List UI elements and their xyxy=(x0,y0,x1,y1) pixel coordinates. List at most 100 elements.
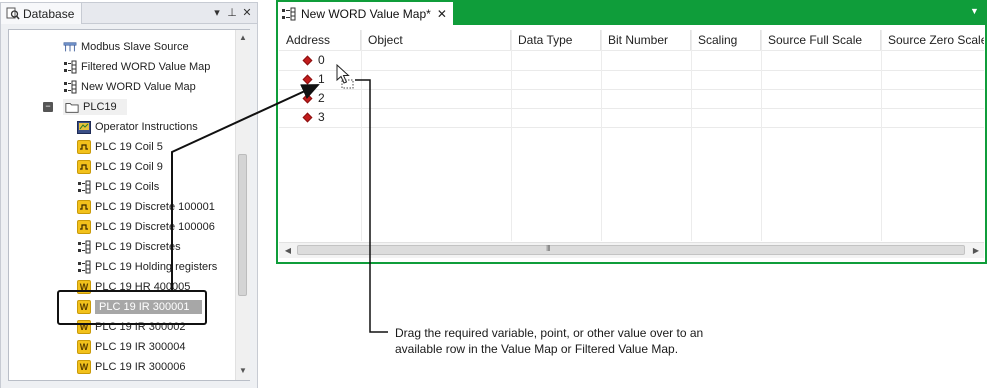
grid-line xyxy=(279,70,984,71)
tab-list-dropdown-icon[interactable]: ▼ xyxy=(970,6,979,16)
value-map-icon xyxy=(63,60,77,74)
row-marker-icon xyxy=(302,93,313,104)
row-address: 0 xyxy=(318,53,325,67)
database-panel-header: Database ▾ ⊥ ✕ xyxy=(0,2,258,24)
word-icon: W xyxy=(77,360,91,374)
grid-horizontal-scrollbar[interactable]: ◀ III ▶ xyxy=(279,242,984,258)
tab-title: New WORD Value Map* xyxy=(301,6,431,21)
grid-line xyxy=(601,30,602,241)
scroll-right-icon[interactable]: ▶ xyxy=(969,243,983,258)
column-header-source-full-scale[interactable]: Source Full Scale xyxy=(761,30,881,50)
modbus-source-icon xyxy=(63,40,77,54)
value-map-icon xyxy=(281,7,297,21)
tree-item-label: PLC 19 Discretes xyxy=(95,241,181,253)
column-header-bit-number[interactable]: Bit Number xyxy=(601,30,691,50)
grid-line xyxy=(279,127,984,128)
tree-item-label: New WORD Value Map xyxy=(81,81,196,93)
tree-vertical-scrollbar[interactable]: ▲ ▼ xyxy=(235,30,250,380)
tab-database[interactable]: Database xyxy=(1,3,82,24)
value-map-icon xyxy=(77,240,91,254)
close-tab-icon[interactable]: ✕ xyxy=(437,7,447,21)
grid-line xyxy=(279,89,984,90)
coil-icon xyxy=(77,160,91,174)
tree-item-label: PLC 19 Coils xyxy=(95,181,160,193)
tree-item-plc19-discretes[interactable]: PLC 19 Discretes xyxy=(9,237,239,257)
scroll-down-icon[interactable]: ▼ xyxy=(237,365,249,377)
drag-cursor-icon xyxy=(334,63,356,93)
tree-item-plc19-discrete-100001[interactable]: PLC 19 Discrete 100001 xyxy=(9,197,239,217)
table-row[interactable]: 2 xyxy=(302,89,325,108)
row-marker-icon xyxy=(302,55,313,66)
pin-icon[interactable]: ⊥ xyxy=(225,5,239,21)
tree-item-label: Operator Instructions xyxy=(95,121,198,133)
grid-line xyxy=(881,30,882,241)
tree-item-label: PLC 19 Holding registers xyxy=(95,261,218,273)
tree-item-filtered-word-value-map[interactable]: Filtered WORD Value Map xyxy=(9,57,239,77)
grid-line xyxy=(279,50,984,51)
plc19-folder: PLC19 xyxy=(63,99,127,115)
tree-item-label: PLC 19 IR 300006 xyxy=(95,361,186,373)
scroll-grip-icon: III xyxy=(546,244,551,253)
row-marker-icon xyxy=(302,74,313,85)
column-header-source-zero-scale[interactable]: Source Zero Scale xyxy=(881,30,984,50)
close-icon[interactable]: ✕ xyxy=(240,5,254,21)
scroll-up-icon[interactable]: ▲ xyxy=(237,32,249,44)
panel-dropdown-icon[interactable]: ▾ xyxy=(210,5,224,21)
column-header-scaling[interactable]: Scaling xyxy=(691,30,761,50)
tree-item-label: PLC 19 Coil 9 xyxy=(95,161,163,173)
highlight-box xyxy=(57,290,207,325)
tree-item-plc19-ir-300004[interactable]: W PLC 19 IR 300004 xyxy=(9,337,239,357)
tree-item-label: Modbus Slave Source xyxy=(81,41,189,53)
tree-item-plc19-coils[interactable]: PLC 19 Coils xyxy=(9,177,239,197)
grid-line xyxy=(761,30,762,241)
row-address: 3 xyxy=(318,110,325,124)
scroll-left-icon[interactable]: ◀ xyxy=(281,243,295,258)
tree-item-new-word-value-map[interactable]: New WORD Value Map xyxy=(9,77,239,97)
tree-item-label: PLC 19 Coil 5 xyxy=(95,141,163,153)
row-address: 1 xyxy=(318,72,325,86)
instructions-icon xyxy=(77,120,91,134)
column-header-data-type[interactable]: Data Type xyxy=(511,30,601,50)
table-row[interactable]: 0 xyxy=(302,51,325,70)
database-search-icon xyxy=(6,7,20,20)
scroll-thumb[interactable] xyxy=(238,154,247,296)
tree-item-operator-instructions[interactable]: Operator Instructions xyxy=(9,117,239,137)
tree-item-plc19-discrete-100006[interactable]: PLC 19 Discrete 100006 xyxy=(9,217,239,237)
tree-item-plc19-holding-registers[interactable]: PLC 19 Holding registers xyxy=(9,257,239,277)
table-row[interactable]: 3 xyxy=(302,108,325,127)
tree-item-plc19-coil-5[interactable]: PLC 19 Coil 5 xyxy=(9,137,239,157)
table-row[interactable]: 1 xyxy=(302,70,325,89)
tab-new-word-value-map[interactable]: New WORD Value Map* ✕ xyxy=(278,2,453,25)
database-tab-label: Database xyxy=(23,6,75,21)
column-header-address[interactable]: Address xyxy=(279,30,361,50)
grid-line xyxy=(511,30,512,241)
value-map-icon xyxy=(63,80,77,94)
tree-item-label: PLC 19 IR 300004 xyxy=(95,341,186,353)
tree-item-plc19-folder[interactable]: − PLC19 xyxy=(9,97,239,117)
tree-item-label: PLC19 xyxy=(83,101,117,113)
coil-icon xyxy=(77,220,91,234)
tree-item-plc19-coil-9[interactable]: PLC 19 Coil 9 xyxy=(9,157,239,177)
grid-line xyxy=(691,30,692,241)
tree-item-label: PLC 19 Discrete 100001 xyxy=(95,201,215,213)
grid-line xyxy=(361,30,362,241)
annotation-callout: Drag the required variable, point, or ot… xyxy=(395,326,704,356)
tree-item-modbus-slave-source[interactable]: Modbus Slave Source xyxy=(9,37,239,57)
tree-item-label: Filtered WORD Value Map xyxy=(81,61,211,73)
collapse-toggle-icon[interactable]: − xyxy=(43,102,53,112)
row-marker-icon xyxy=(302,112,313,123)
coil-icon xyxy=(77,140,91,154)
tree-item-label: PLC 19 Discrete 100006 xyxy=(95,221,215,233)
scroll-thumb[interactable]: III xyxy=(297,244,965,255)
row-address: 2 xyxy=(318,91,325,105)
folder-icon xyxy=(65,100,79,114)
word-icon: W xyxy=(77,340,91,354)
value-map-icon xyxy=(77,180,91,194)
column-header-object[interactable]: Object xyxy=(361,30,511,50)
value-map-grid: Address Object Data Type Bit Number Scal… xyxy=(279,30,984,241)
database-tree: Modbus Slave Source Filtered WORD Value … xyxy=(8,29,250,381)
tree-item-plc19-ir-300006[interactable]: W PLC 19 IR 300006 xyxy=(9,357,239,377)
value-map-icon xyxy=(77,260,91,274)
grid-line xyxy=(279,108,984,109)
coil-icon xyxy=(77,200,91,214)
